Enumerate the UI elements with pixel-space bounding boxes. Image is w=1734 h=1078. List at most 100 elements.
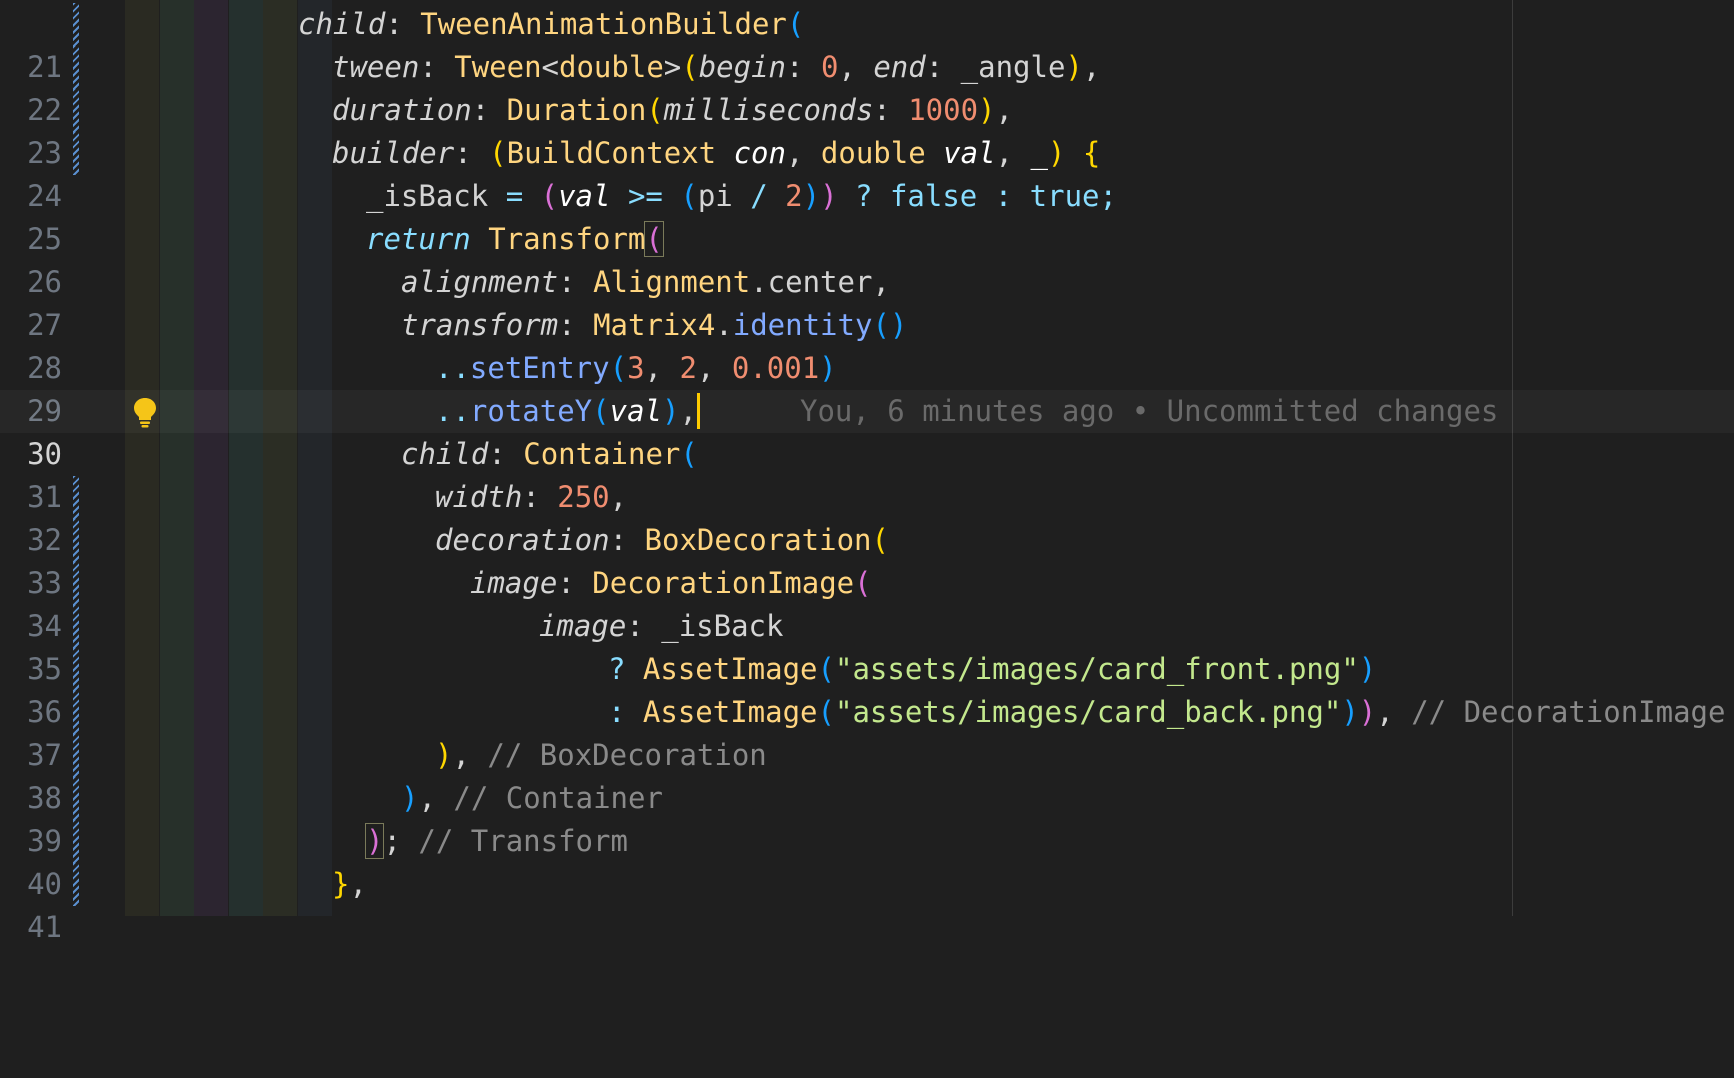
token: ? [855,179,873,213]
code-text: ); // Transform [364,820,628,863]
token: ) [1065,50,1083,84]
code-line-26[interactable]: 26 return Transform( [0,218,1734,299]
token: , [452,738,488,772]
code-line-37[interactable]: 37 : AssetImage("assets/images/card_back… [0,691,1734,772]
code-line-36[interactable]: 36 ? AssetImage("assets/images/card_fron… [0,648,1734,729]
token: ; [383,824,419,858]
code-text: child: Container( [401,433,698,476]
token: BuildContext [506,136,717,170]
token: identity [732,308,873,342]
line-number: 41 [27,910,62,944]
token: ) [401,781,419,815]
git-blame-annotation: You, 6 minutes ago • Uncommitted changes [800,394,1499,428]
token: , [679,394,697,428]
token: ) [819,351,837,385]
code-line-24[interactable]: 24 builder: (BuildContext con, double va… [0,132,1734,213]
token: _isBack [661,609,784,643]
token: , [644,351,680,385]
code-line-35[interactable]: 35 image: _isBack [0,605,1734,686]
code-line-25[interactable]: 25 _isBack = (val >= (pi / 2)) ? false :… [0,175,1734,256]
code-line-27[interactable]: 27 alignment: Alignment.center, [0,261,1734,342]
code-text: : AssetImage("assets/images/card_back.pn… [608,691,1725,734]
code-line-30[interactable]: 30 ..rotateY(val), You, 6 minutes ago • … [0,390,1734,471]
token: begin [698,50,787,84]
token: Matrix4 [593,308,716,342]
code-line-32[interactable]: 32 width: 250, [0,476,1734,557]
token: // DecorationImage [1411,695,1726,729]
code-text: tween: Tween<double>(begin: 0, end: _ang… [332,46,1100,89]
token: .. [435,351,470,385]
code-text: }, [332,863,367,906]
code-line-34[interactable]: 34 image: DecorationImage( [0,562,1734,643]
token: .. [435,394,470,428]
token: // Transform [418,824,628,858]
token: "assets/images/card_front.png" [835,652,1359,686]
token: ) [1047,136,1066,170]
token: , [995,136,1031,170]
token: _angle [960,50,1066,84]
code-line-29[interactable]: 29 ..setEntry(3, 2, 0.001) [0,347,1734,428]
token: : [419,50,455,84]
token: 2 [679,351,697,385]
code-line-38[interactable]: 38 ), // BoxDecoration [0,734,1734,815]
token: duration [332,93,472,127]
lightbulb-icon[interactable] [130,395,160,429]
code-line-22[interactable]: 22 tween: Tween<double>(begin: 0, end: _… [0,46,1734,127]
token: ) [435,738,453,772]
code-text: ? AssetImage("assets/images/card_front.p… [608,648,1376,691]
token: / [750,179,768,213]
git-modified-marker [73,734,79,777]
token: ( [680,179,698,213]
token: > [663,50,682,84]
token: : [626,609,662,643]
code-line-39[interactable]: 39 ), // Container [0,777,1734,858]
token: ( [854,566,872,600]
git-modified-marker [73,89,79,132]
code-line-41[interactable]: 41 }, [0,863,1734,944]
token: pi [697,179,733,213]
token: : [454,136,490,170]
token: : [558,308,594,342]
token: : [522,480,558,514]
git-modified-marker [73,691,79,734]
token: ( [489,136,507,170]
token: ) [978,93,996,127]
token: , [349,867,367,901]
token: : [994,179,1013,213]
token: Tween [454,50,542,84]
token: transform [401,308,559,342]
code-line-31[interactable]: 31 child: Container( [0,433,1734,514]
token: return [366,222,471,256]
token: ( [680,437,698,471]
code-line-33[interactable]: 33 decoration: BoxDecoration( [0,519,1734,600]
token: Transform [488,222,646,256]
token: image [470,566,558,600]
token: ( [681,50,699,84]
token: Container [523,437,681,471]
token: ) [1358,652,1377,686]
token: // BoxDecoration [487,738,767,772]
token: 1000 [908,93,979,127]
token: 0.001 [731,351,820,385]
token: TweenAnimationBuilder [420,7,787,41]
token: ? [608,652,643,686]
code-line-21[interactable]: 21 child: TweenAnimationBuilder( [0,3,1734,84]
code-text: builder: (BuildContext con, double val, … [332,132,1100,175]
token: builder [332,136,455,170]
git-modified-marker [73,863,79,906]
token: ) [1358,695,1377,729]
token: ; [1099,179,1117,213]
code-line-23[interactable]: 23 duration: Duration(milliseconds: 1000… [0,89,1734,170]
token: , [838,50,874,84]
token: . [750,265,768,299]
git-modified-marker [73,605,79,648]
git-modified-marker [73,519,79,562]
token: double [559,50,664,84]
code-line-28[interactable]: 28 transform: Matrix4.identity() [0,304,1734,385]
token: decoration [435,523,610,557]
code-editor[interactable]: 21 child: TweenAnimationBuilder( 22 twee… [0,0,1734,944]
code-line-40[interactable]: 40 ); // Transform [0,820,1734,901]
